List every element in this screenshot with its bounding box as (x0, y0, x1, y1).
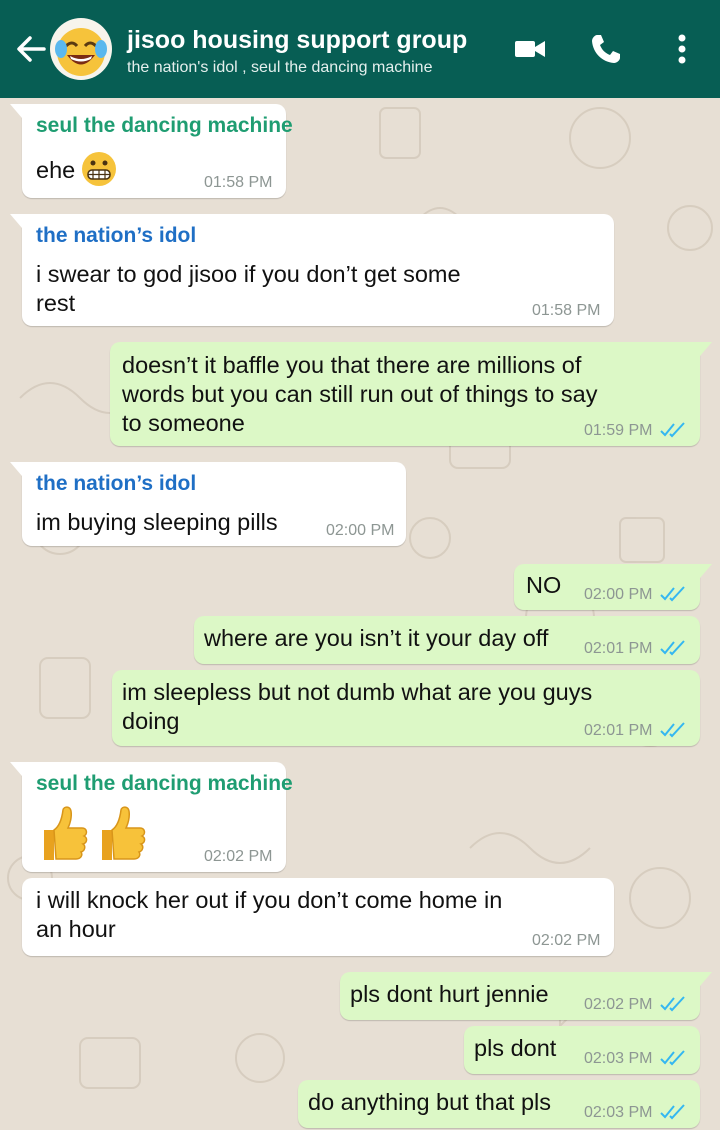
sender-name[interactable]: the nation’s idol (36, 224, 196, 248)
message-text: im sleepless but not dumb what are you g… (122, 678, 592, 736)
message-time: 02:03 PM (584, 1104, 653, 1121)
message-text: pls dont hurt jennie (350, 981, 549, 1007)
message-text: NO (526, 572, 562, 598)
back-arrow-icon[interactable] (14, 32, 48, 66)
message-text: ehe (36, 157, 76, 183)
text-line: i swear to god jisoo if you don’t get so… (36, 261, 461, 287)
outgoing-message[interactable]: NO 02:00 PM (514, 564, 712, 610)
incoming-message[interactable]: the nation’s idol i swear to god jisoo i… (10, 214, 614, 326)
group-avatar[interactable] (50, 18, 112, 80)
message-text: i will knock her out if you don’t come h… (36, 886, 502, 944)
message-time: 02:03 PM (584, 1050, 653, 1067)
thumbs-up-icon (44, 806, 88, 860)
text-line: an hour (36, 916, 116, 942)
outgoing-message[interactable]: doesn’t it baffle you that there are mil… (110, 342, 712, 446)
outgoing-message[interactable]: pls dont hurt jennie 02:02 PM (340, 972, 712, 1020)
incoming-message[interactable]: i will knock her out if you don’t come h… (22, 878, 614, 956)
double-check-icon (660, 1050, 685, 1066)
double-check-icon (660, 640, 685, 656)
text-line: doing (122, 708, 180, 734)
double-check-icon (660, 586, 685, 602)
text-line: rest (36, 290, 76, 316)
text-line: im sleepless but not dumb what are you g… (122, 679, 593, 705)
grimacing-face-icon (82, 152, 116, 186)
message-time: 02:01 PM (584, 722, 653, 739)
message-time: 01:58 PM (532, 302, 601, 319)
message-time: 02:02 PM (584, 996, 653, 1013)
sender-name[interactable]: seul the dancing machine (36, 772, 293, 796)
message-time: 01:59 PM (584, 422, 653, 439)
laughing-face-icon (55, 28, 107, 76)
phone-icon[interactable] (588, 31, 624, 67)
double-check-icon (660, 422, 685, 438)
message-text: do anything but that pls (308, 1089, 552, 1115)
outgoing-message[interactable]: pls dont 02:03 PM (464, 1026, 700, 1074)
message-time: 02:00 PM (326, 522, 395, 539)
chat-header: jisoo housing support group the nation's… (0, 0, 720, 98)
double-check-icon (660, 722, 685, 738)
outgoing-message[interactable]: im sleepless but not dumb what are you g… (112, 670, 700, 746)
more-options-icon[interactable] (664, 31, 700, 67)
message-text: im buying sleeping pills (36, 509, 278, 535)
thumbs-up-icon (102, 806, 146, 860)
double-check-icon (660, 996, 685, 1012)
outgoing-message[interactable]: do anything but that pls 02:03 PM (298, 1080, 700, 1128)
message-list[interactable]: seul the dancing machine ehe 01:58 PM th… (0, 98, 720, 1130)
message-text: i swear to god jisoo if you don’t get so… (36, 260, 461, 318)
chat-title[interactable]: jisoo housing support group (127, 26, 467, 55)
double-check-icon (660, 1104, 685, 1120)
text-line: to someone (122, 410, 245, 436)
text-line: words but you can still run out of thing… (122, 381, 598, 407)
incoming-message[interactable]: seul the dancing machine ehe 01:58 PM (10, 104, 293, 198)
incoming-message[interactable]: seul the dancing machine 02:02 PM (10, 762, 293, 872)
video-call-icon[interactable] (512, 31, 548, 67)
sender-name[interactable]: seul the dancing machine (36, 114, 293, 138)
message-time: 02:01 PM (584, 640, 653, 657)
message-text: doesn’t it baffle you that there are mil… (122, 351, 597, 438)
text-line: i will knock her out if you don’t come h… (36, 887, 503, 913)
text-line: doesn’t it baffle you that there are mil… (122, 352, 582, 378)
incoming-message[interactable]: the nation’s idol im buying sleeping pil… (10, 462, 406, 546)
message-time: 02:00 PM (584, 586, 653, 603)
sender-name[interactable]: the nation’s idol (36, 472, 196, 496)
message-text: where are you isn’t it your day off (204, 625, 549, 651)
message-time: 02:02 PM (204, 848, 273, 865)
chat-members[interactable]: the nation's idol , seul the dancing mac… (127, 59, 432, 77)
message-text: pls dont (474, 1035, 557, 1061)
outgoing-message[interactable]: where are you isn’t it your day off 02:0… (194, 616, 700, 664)
message-time: 02:02 PM (532, 932, 601, 949)
message-time: 01:58 PM (204, 174, 273, 191)
